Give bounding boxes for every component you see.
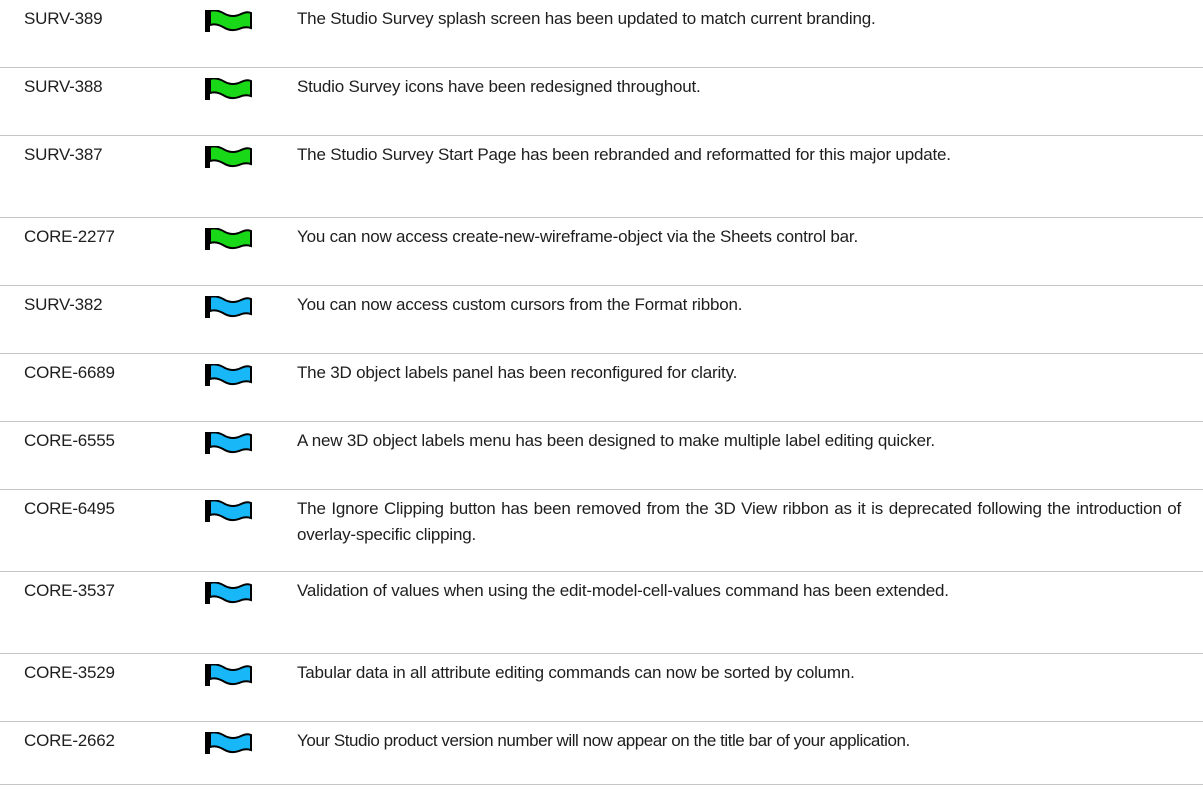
issue-id: CORE-3529	[24, 663, 115, 682]
green-flag-icon	[205, 10, 255, 32]
issue-id: SURV-387	[24, 145, 103, 164]
green-flag-icon	[205, 78, 255, 100]
blue-flag-icon	[205, 296, 255, 318]
divider	[0, 784, 1203, 785]
table-row: CORE-2662 Your Studio product version nu…	[0, 722, 1203, 754]
issue-description: The Ignore Clipping button has been remo…	[297, 499, 1181, 544]
issue-description: Tabular data in all attribute editing co…	[297, 663, 855, 682]
changelog-table: SURV-389 The Studio Survey splash screen…	[0, 0, 1203, 754]
table-row: CORE-6555 A new 3D object labels menu ha…	[0, 422, 1203, 490]
issue-description: The Studio Survey Start Page has been re…	[297, 145, 951, 164]
blue-flag-icon	[205, 500, 255, 522]
table-row: CORE-3537 Validation of values when usin…	[0, 572, 1203, 654]
table-row: SURV-388 Studio Survey icons have been r…	[0, 68, 1203, 136]
table-row: CORE-3529 Tabular data in all attribute …	[0, 654, 1203, 722]
issue-id: CORE-3537	[24, 581, 115, 600]
blue-flag-icon	[205, 432, 255, 454]
issue-description: The 3D object labels panel has been reco…	[297, 363, 738, 382]
issue-description: Validation of values when using the edit…	[297, 581, 949, 600]
table-row: CORE-6689 The 3D object labels panel has…	[0, 354, 1203, 422]
issue-id: SURV-389	[24, 9, 103, 28]
issue-id: CORE-6689	[24, 363, 115, 382]
green-flag-icon	[205, 228, 255, 250]
issue-description: The Studio Survey splash screen has been…	[297, 9, 876, 28]
green-flag-icon	[205, 146, 255, 168]
issue-id: SURV-382	[24, 295, 103, 314]
issue-description: Your Studio product version number will …	[297, 731, 910, 750]
blue-flag-icon	[205, 364, 255, 386]
issue-description: A new 3D object labels menu has been des…	[297, 431, 935, 450]
issue-id: CORE-2277	[24, 227, 115, 246]
table-row: SURV-387 The Studio Survey Start Page ha…	[0, 136, 1203, 218]
table-row: CORE-2277 You can now access create-new-…	[0, 218, 1203, 286]
table-row: CORE-6495 The Ignore Clipping button has…	[0, 490, 1203, 572]
issue-id: CORE-6495	[24, 499, 115, 518]
issue-description: You can now access create-new-wireframe-…	[297, 227, 858, 246]
blue-flag-icon	[205, 664, 255, 686]
blue-flag-icon	[205, 582, 255, 604]
issue-id: SURV-388	[24, 77, 103, 96]
table-row: SURV-382 You can now access custom curso…	[0, 286, 1203, 354]
issue-id: CORE-2662	[24, 731, 115, 750]
issue-id: CORE-6555	[24, 431, 115, 450]
table-row: SURV-389 The Studio Survey splash screen…	[0, 0, 1203, 68]
blue-flag-icon	[205, 732, 255, 754]
issue-description: You can now access custom cursors from t…	[297, 295, 743, 314]
issue-description: Studio Survey icons have been redesigned…	[297, 77, 701, 96]
